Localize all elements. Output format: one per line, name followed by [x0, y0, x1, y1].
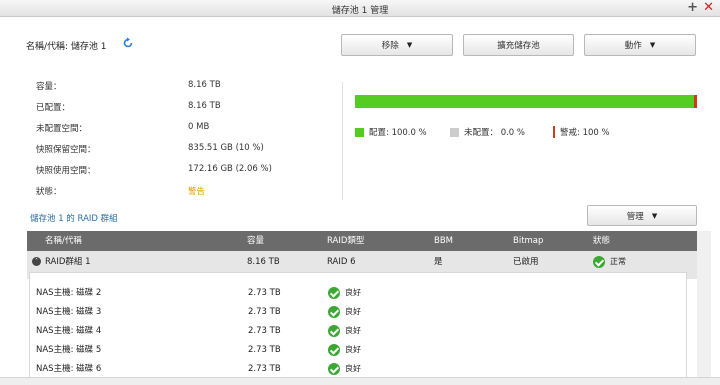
allocation-bar: [355, 95, 697, 108]
disk-name: NAS主機: 磁碟 5: [36, 345, 102, 355]
column-header-raid-type[interactable]: RAID類型: [327, 231, 364, 251]
disk-status: 良好: [328, 283, 361, 304]
scrollbar[interactable]: [697, 231, 711, 385]
chevron-down-icon: ▼: [649, 41, 656, 49]
disk-status-text: 良好: [345, 364, 361, 373]
disk-capacity: 2.73 TB: [248, 307, 281, 317]
disk-row[interactable]: NAS主機: 磁碟 6 2.73 TB 良好: [30, 359, 688, 378]
disk-status-text: 良好: [345, 307, 361, 316]
threshold-marker: [694, 95, 697, 108]
legend-label: 警戒: 100 %: [560, 128, 610, 138]
disk-status: 良好: [328, 321, 361, 342]
remove-button-label: 移除: [381, 41, 399, 51]
disk-row[interactable]: NAS主機: 磁碟 5 2.73 TB 良好: [30, 340, 688, 359]
check-circle-icon: [328, 344, 340, 356]
column-header-name[interactable]: 名稱/代稱: [45, 231, 82, 251]
action-button-label: 動作: [624, 41, 642, 51]
info-value: 172.16 GB (2.06 %): [188, 164, 272, 174]
window-titlebar: 儲存池 1 管理 + ✕: [0, 0, 720, 17]
table-header: 名稱/代稱 容量 RAID類型 BBM Bitmap 狀態: [27, 231, 697, 251]
divider: [342, 82, 343, 200]
legend-unallocated: 未配置： 0.0 %: [450, 126, 525, 138]
group-capacity: 8.16 TB: [247, 257, 280, 267]
check-circle-icon: [328, 306, 340, 318]
pool-name-label: 名稱/代稱: 儲存池 1: [26, 42, 107, 52]
group-status: 正常: [593, 251, 626, 274]
window-bottom-edge: [0, 377, 720, 385]
info-label: 容量：: [36, 82, 62, 92]
legend-swatch: [355, 127, 364, 137]
disk-row[interactable]: NAS主機: 磁碟 3 2.73 TB 良好: [30, 302, 688, 321]
disk-row[interactable]: NAS主機: 磁碟 4 2.73 TB 良好: [30, 321, 688, 340]
disk-name: NAS主機: 磁碟 3: [36, 307, 102, 317]
check-circle-icon: [328, 363, 340, 375]
info-value: 8.16 TB: [188, 80, 221, 90]
check-circle-icon: [593, 256, 605, 268]
info-value: 835.51 GB (10 %): [188, 143, 264, 153]
info-label: 已配置：: [36, 103, 71, 113]
action-button[interactable]: 動作 ▼: [584, 34, 696, 56]
info-label: 快照使用空間：: [36, 166, 96, 176]
group-raid-type: RAID 6: [327, 257, 356, 267]
disk-status: 良好: [328, 340, 361, 361]
refresh-icon[interactable]: [122, 37, 134, 49]
disk-status-text: 良好: [345, 288, 361, 297]
disk-status: 良好: [328, 302, 361, 323]
disk-name: NAS主機: 磁碟 6: [36, 364, 102, 374]
manage-button-label: 管理: [626, 211, 644, 222]
info-label: 未配置空間：: [36, 124, 88, 134]
legend-label: 配置: 100.0 %: [369, 128, 427, 138]
info-label: 快照保留空間：: [36, 145, 96, 155]
disk-status-text: 良好: [345, 326, 361, 335]
column-header-capacity[interactable]: 容量: [247, 231, 264, 251]
disk-list: NAS主機: 磁碟 2 2.73 TB 良好 NAS主機: 磁碟 3 2.73 …: [29, 279, 687, 385]
disk-capacity: 2.73 TB: [248, 364, 281, 374]
column-header-bbm[interactable]: BBM: [434, 231, 453, 251]
disk-capacity: 2.73 TB: [248, 326, 281, 336]
column-header-bitmap[interactable]: Bitmap: [513, 231, 543, 251]
legend-swatch: [553, 126, 555, 138]
disk-capacity: 2.73 TB: [248, 288, 281, 298]
disk-name: NAS主機: 磁碟 2: [36, 288, 102, 298]
status-warning-value: 警告: [188, 187, 206, 197]
chevron-down-icon: ▼: [651, 211, 658, 220]
info-value: 8.16 TB: [188, 101, 221, 111]
column-header-status[interactable]: 狀態: [593, 231, 610, 251]
group-name: RAID群組 1: [45, 257, 91, 267]
disk-name: NAS主機: 磁碟 4: [36, 326, 102, 336]
add-icon[interactable]: +: [687, 0, 698, 15]
check-circle-icon: [328, 287, 340, 299]
legend-threshold: 警戒: 100 %: [553, 126, 610, 138]
remove-button[interactable]: 移除 ▼: [341, 34, 453, 56]
group-bitmap: 已啟用: [513, 257, 539, 267]
raid-group-row[interactable]: ˄ RAID群組 1 8.16 TB RAID 6 是 已啟用 正常: [27, 251, 697, 279]
info-value: 0 MB: [188, 122, 210, 132]
disk-row[interactable]: NAS主機: 磁碟 2 2.73 TB 良好: [30, 283, 688, 302]
group-status-text: 正常: [610, 257, 626, 266]
disk-status-text: 良好: [345, 345, 361, 354]
collapse-icon[interactable]: ˄: [32, 257, 41, 266]
manage-button[interactable]: 管理 ▼: [587, 205, 697, 226]
raid-group-table: 名稱/代稱 容量 RAID類型 BBM Bitmap 狀態 ˄ RAID群組 1…: [27, 231, 697, 385]
expand-pool-button-label: 擴充儲存池: [497, 41, 540, 51]
window-title: 儲存池 1 管理: [331, 6, 389, 16]
chevron-down-icon: ▼: [406, 41, 413, 49]
close-icon[interactable]: ✕: [703, 0, 714, 15]
legend-swatch: [450, 127, 459, 137]
legend-allocated: 配置: 100.0 %: [355, 126, 427, 138]
raid-group-section-title: 儲存池 1 的 RAID 群組: [30, 214, 118, 224]
disk-capacity: 2.73 TB: [248, 345, 281, 355]
group-bbm: 是: [434, 257, 443, 267]
expand-pool-button[interactable]: 擴充儲存池: [463, 34, 574, 56]
legend-label: 未配置： 0.0 %: [464, 128, 525, 138]
check-circle-icon: [328, 325, 340, 337]
info-label: 狀態：: [36, 187, 62, 197]
